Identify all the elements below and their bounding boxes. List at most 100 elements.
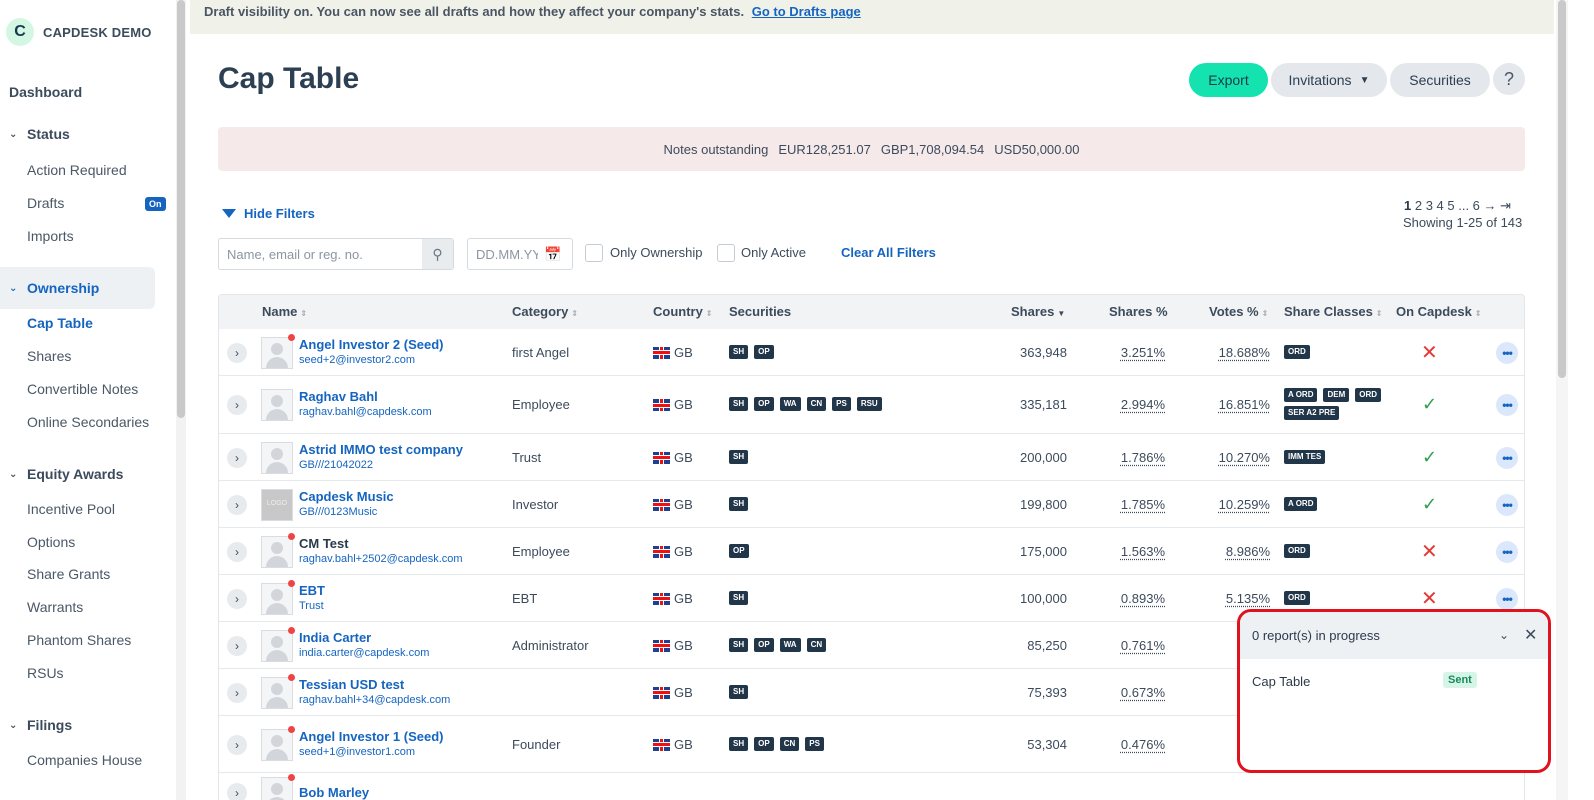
expand-row-icon[interactable]: › [227,541,247,562]
votes-pct-cell[interactable]: 5.135% [1204,591,1270,606]
hide-filters-button[interactable]: Hide Filters [222,206,315,221]
row-actions-menu-icon[interactable]: ••• [1496,446,1518,469]
sidebar-item-phantom-shares[interactable]: Phantom Shares [27,632,131,648]
table-row[interactable]: › Astrid IMMO test company GB///21042022 Tr… [219,434,1524,481]
expand-row-icon[interactable]: › [227,734,247,755]
row-actions-menu-icon[interactable]: ••• [1496,540,1518,563]
sidebar-item-share-grants[interactable]: Share Grants [27,566,110,582]
table-row[interactable]: › Raghav Bahl raghav.bahl@capdesk.com Emplo… [219,376,1524,434]
scrollbar-thumb[interactable] [1558,0,1566,378]
expand-row-icon[interactable]: › [227,635,247,656]
holder-name-link[interactable]: Capdesk Music [299,489,394,504]
close-icon[interactable]: ✕ [1524,625,1537,645]
column-header-country[interactable]: Country ⇕ [653,304,713,319]
holder-name-link[interactable]: Tessian USD test [299,677,404,692]
securities-button[interactable]: Securities [1390,63,1490,97]
sidebar-section-ownership[interactable]: ⌄ Ownership [0,267,155,309]
sidebar-item-online-secondaries[interactable]: Online Secondaries [27,414,149,430]
sidebar-scrollbar[interactable] [176,0,186,800]
calendar-icon[interactable]: 📅 [544,246,561,263]
votes-pct-cell[interactable]: 10.259% [1204,497,1270,512]
page-links[interactable]: 2 3 4 5 ... 6 [1415,198,1480,213]
sidebar-item-cap-table[interactable]: Cap Table [27,315,93,331]
sidebar-item-options[interactable]: Options [27,534,75,550]
expand-row-icon[interactable]: › [227,447,247,468]
expand-row-icon[interactable]: › [227,494,247,515]
sidebar-item-companies-house[interactable]: Companies House [27,752,142,768]
table-row[interactable]: › CM Test raghav.bahl+2502@capdesk.com Empl… [219,528,1524,575]
sidebar-item-dashboard[interactable]: Dashboard [9,84,82,100]
holder-name-link[interactable]: Raghav Bahl [299,389,378,404]
page-scrollbar[interactable] [1556,0,1568,800]
shares-pct-cell[interactable]: 0.893% [1099,591,1165,606]
column-header-on-capdesk[interactable]: On Capdesk ⇕ [1396,304,1482,319]
search-input[interactable] [219,239,422,269]
clear-all-filters-button[interactable]: Clear All Filters [841,245,936,260]
expand-row-icon[interactable]: › [227,783,247,800]
scrollbar-thumb[interactable] [177,0,185,418]
expand-row-icon[interactable]: › [227,682,247,703]
only-ownership-checkbox[interactable] [585,244,603,262]
holder-name-link[interactable]: CM Test [299,536,349,551]
column-header-shares-pct[interactable]: Shares % [1109,304,1168,319]
column-header-share-classes[interactable]: Share Classes ⇕ [1284,304,1383,319]
table-row[interactable]: › Angel Investor 2 (Seed) seed+2@investor2… [219,329,1524,376]
export-button[interactable]: Export [1189,63,1268,97]
row-actions-menu-icon[interactable]: ••• [1496,394,1518,416]
row-actions-menu-icon[interactable]: ••• [1496,587,1518,610]
shares-pct-cell[interactable]: 1.786% [1099,450,1165,465]
sidebar-item-shares[interactable]: Shares [27,348,71,364]
category-cell: Employee [512,397,570,412]
draft-visibility-banner: Draft visibility on. You can now see all… [190,0,1554,34]
invitations-button[interactable]: Invitations ▼ [1271,63,1387,97]
page-current[interactable]: 1 [1404,198,1411,213]
caret-down-icon: ▼ [1359,74,1370,86]
sidebar-section-status[interactable]: ⌄ Status [9,126,70,142]
row-actions-menu-icon[interactable]: ••• [1496,341,1518,364]
date-input[interactable] [468,246,538,262]
go-to-drafts-link[interactable]: Go to Drafts page [752,4,861,19]
sidebar-item-rsus[interactable]: RSUs [27,665,64,681]
votes-pct-cell[interactable]: 18.688% [1204,345,1270,360]
column-header-category[interactable]: Category ⇕ [512,304,578,319]
sidebar-item-action-required[interactable]: Action Required [27,162,127,178]
shares-pct-cell[interactable]: 0.476% [1099,737,1165,752]
expand-row-icon[interactable]: › [227,395,247,415]
column-header-name[interactable]: Name ⇕ [262,304,307,319]
sidebar-item-imports[interactable]: Imports [27,228,74,244]
votes-pct-cell[interactable]: 8.986% [1204,544,1270,559]
expand-row-icon[interactable]: › [227,342,247,363]
sidebar-section-filings[interactable]: ⌄ Filings [9,717,72,733]
sidebar-section-equity-awards[interactable]: ⌄ Equity Awards [9,466,123,482]
search-icon[interactable]: ⚲ [422,239,453,269]
sidebar-item-convertible-notes[interactable]: Convertible Notes [27,381,138,397]
sidebar-item-warrants[interactable]: Warrants [27,599,83,615]
holder-name-link[interactable]: Bob Marley [299,785,369,800]
brand[interactable]: C CAPDESK DEMO [6,18,152,46]
shares-pct-cell[interactable]: 3.251% [1099,345,1165,360]
holder-name-link[interactable]: Angel Investor 1 (Seed) [299,729,443,744]
shares-pct-cell[interactable]: 0.673% [1099,685,1165,700]
column-header-votes-pct[interactable]: Votes % ⇕ [1209,304,1268,319]
row-actions-menu-icon[interactable]: ••• [1496,493,1518,516]
expand-row-icon[interactable]: › [227,588,247,609]
votes-pct-cell[interactable]: 16.851% [1204,397,1270,412]
page-next-arrows[interactable]: → ⇥ [1484,198,1512,213]
help-button[interactable]: ? [1493,63,1525,95]
votes-pct-cell[interactable]: 10.270% [1204,450,1270,465]
shares-pct-cell[interactable]: 1.563% [1099,544,1165,559]
shares-pct-cell[interactable]: 1.785% [1099,497,1165,512]
chevron-down-icon[interactable]: ⌄ [1499,628,1509,642]
only-active-checkbox[interactable] [717,244,735,262]
shares-pct-cell[interactable]: 2.994% [1099,397,1165,412]
sidebar-item-incentive-pool[interactable]: Incentive Pool [27,501,115,517]
column-header-shares[interactable]: Shares ▼ [1011,304,1065,319]
shares-pct-cell[interactable]: 0.761% [1099,638,1165,653]
holder-name-link[interactable]: Astrid IMMO test company [299,442,463,457]
holder-name-link[interactable]: Angel Investor 2 (Seed) [299,337,443,352]
holder-name-link[interactable]: India Carter [299,630,371,645]
holder-name-link[interactable]: EBT [299,583,325,598]
table-row[interactable]: › Bob Marley [219,773,1524,800]
sidebar-item-drafts[interactable]: Drafts [27,195,64,211]
table-row[interactable]: › LOGO Capdesk Music GB///0123Music Investor… [219,481,1524,528]
